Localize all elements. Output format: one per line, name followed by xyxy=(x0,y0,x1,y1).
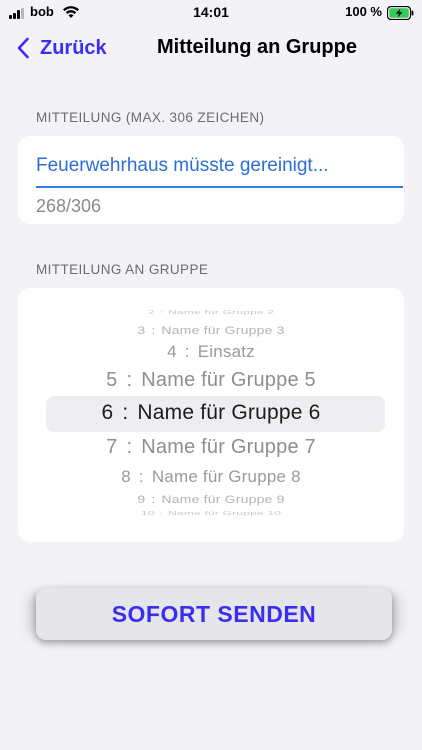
picker-option[interactable]: 8: Name für Gruppe 8 xyxy=(18,467,404,486)
back-button-label: Zurück xyxy=(40,36,107,59)
picker-option-separator: : xyxy=(184,342,190,361)
navigation-bar: Zurück Mitteilung an Gruppe xyxy=(0,28,422,68)
chevron-left-icon xyxy=(17,37,29,59)
picker-option-number: 5 xyxy=(106,369,118,391)
picker-option-number: 9 xyxy=(137,492,146,505)
picker-option-number: 7 xyxy=(106,436,118,458)
picker-option-separator: : xyxy=(126,369,133,391)
picker-option-number: 4 xyxy=(167,342,177,361)
send-now-button-label: SOFORT SENDEN xyxy=(111,600,317,627)
picker-option-name: Name für Gruppe 3 xyxy=(161,323,285,336)
picker-option-number: 8 xyxy=(121,467,131,486)
battery-percentage: 100 % xyxy=(345,4,382,19)
picker-option[interactable]: 7: Name für Gruppe 7 xyxy=(18,436,404,459)
picker-option-name: Name für Gruppe 2 xyxy=(168,308,275,315)
picker-option[interactable]: 3: Name für Gruppe 3 xyxy=(18,323,404,336)
message-section-label: MITTEILUNG (MAX. 306 ZEICHEN) xyxy=(36,110,265,125)
picker-option[interactable]: 4: Einsatz xyxy=(18,342,404,361)
character-counter: 268/306 xyxy=(36,196,102,216)
group-section-label: MITTEILUNG AN GRUPPE xyxy=(36,262,209,277)
picker-option-name: Name für Gruppe 9 xyxy=(161,492,285,505)
picker-option-separator: : xyxy=(159,509,164,516)
picker-option-separator: : xyxy=(126,436,133,458)
picker-option-name: Name für Gruppe 5 xyxy=(141,369,316,391)
picker-option-number: 6 xyxy=(101,401,114,425)
picker-option-separator: : xyxy=(122,401,129,425)
message-input[interactable]: Feuerwehrhaus müsste gereinigt... xyxy=(36,155,386,177)
picker-option-separator: : xyxy=(151,323,156,336)
picker-option[interactable]: 9: Name für Gruppe 9 xyxy=(18,492,404,505)
back-button[interactable]: Zurück xyxy=(16,32,107,64)
picker-option-separator: : xyxy=(159,308,164,315)
picker-option-number: 10 xyxy=(140,509,155,516)
group-picker[interactable]: 2: Name für Gruppe 2 3: Name für Gruppe 3 4:… xyxy=(18,288,404,542)
picker-option[interactable]: 10: Name für Gruppe 10 xyxy=(18,510,404,516)
battery-charging-icon xyxy=(387,6,414,20)
picker-option-name: Name für Gruppe 6 xyxy=(137,401,321,425)
picker-option-separator: : xyxy=(138,467,144,486)
send-now-button[interactable]: SOFORT SENDEN xyxy=(36,588,392,640)
picker-option[interactable]: 2: Name für Gruppe 2 xyxy=(18,309,404,315)
status-bar: bob 14:01 100 % xyxy=(0,0,422,26)
picker-option-name: Name für Gruppe 7 xyxy=(141,436,316,458)
picker-option[interactable]: 6: Name für Gruppe 6 xyxy=(18,401,404,425)
picker-option-name: Name für Gruppe 8 xyxy=(151,467,301,486)
picker-option-name: Einsatz xyxy=(197,342,255,361)
message-input-underline xyxy=(36,186,403,188)
picker-option-separator: : xyxy=(151,492,156,505)
page-title: Mitteilung an Gruppe xyxy=(157,36,357,58)
picker-option-number: 3 xyxy=(137,323,146,336)
picker-option-name: Name für Gruppe 10 xyxy=(168,509,282,516)
picker-option[interactable]: 5: Name für Gruppe 5 xyxy=(18,369,404,392)
message-card: Feuerwehrhaus müsste gereinigt... 268/30… xyxy=(18,136,404,224)
picker-option-number: 2 xyxy=(147,308,155,315)
